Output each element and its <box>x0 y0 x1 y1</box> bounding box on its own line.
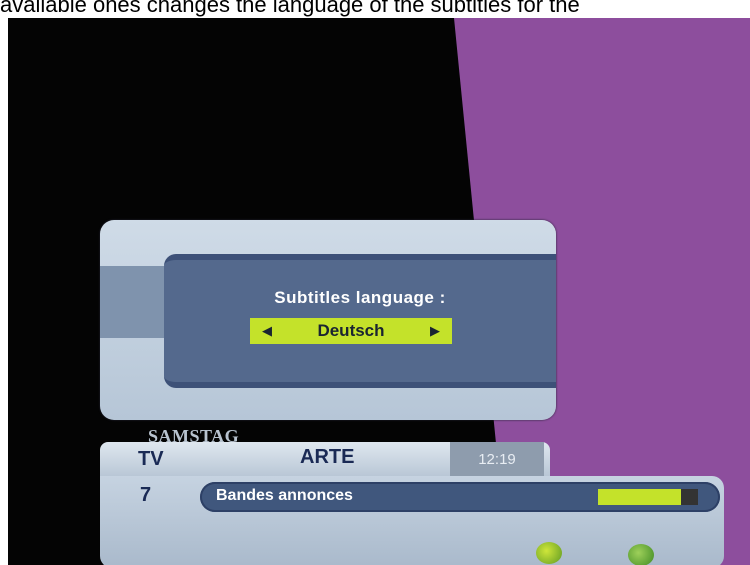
info-bar: 12:19 TV 7 ARTE Bandes annonces <box>100 442 724 565</box>
panel-inner: Subtitles language : ◀ Deutsch ▶ <box>164 254 556 388</box>
tv-screen: Subtitles language : ◀ Deutsch ▶ SAMSTAG… <box>8 18 750 565</box>
progress-fill <box>598 489 681 505</box>
program-bar: Bandes annonces <box>200 482 720 512</box>
channel-name: ARTE <box>300 446 355 468</box>
panel-title: Subtitles language : <box>274 288 446 307</box>
language-selector[interactable]: ◀ Deutsch ▶ <box>250 318 452 344</box>
program-name: Bandes annonces <box>216 487 353 504</box>
progress-bar <box>598 489 698 505</box>
clock: 12:19 <box>450 442 544 476</box>
caption-text: available ones changes the language of t… <box>0 0 580 17</box>
arrow-right-icon[interactable]: ▶ <box>430 323 440 339</box>
globe-icon <box>536 542 562 564</box>
subtitle-language-panel: Subtitles language : ◀ Deutsch ▶ <box>100 220 556 420</box>
language-value: Deutsch <box>317 321 385 340</box>
arrow-left-icon[interactable]: ◀ <box>262 323 272 339</box>
tv-label: TV <box>138 448 164 470</box>
channel-number: 7 <box>140 484 152 506</box>
panel-left-strip <box>100 266 170 338</box>
subtitle-icon <box>628 544 654 565</box>
